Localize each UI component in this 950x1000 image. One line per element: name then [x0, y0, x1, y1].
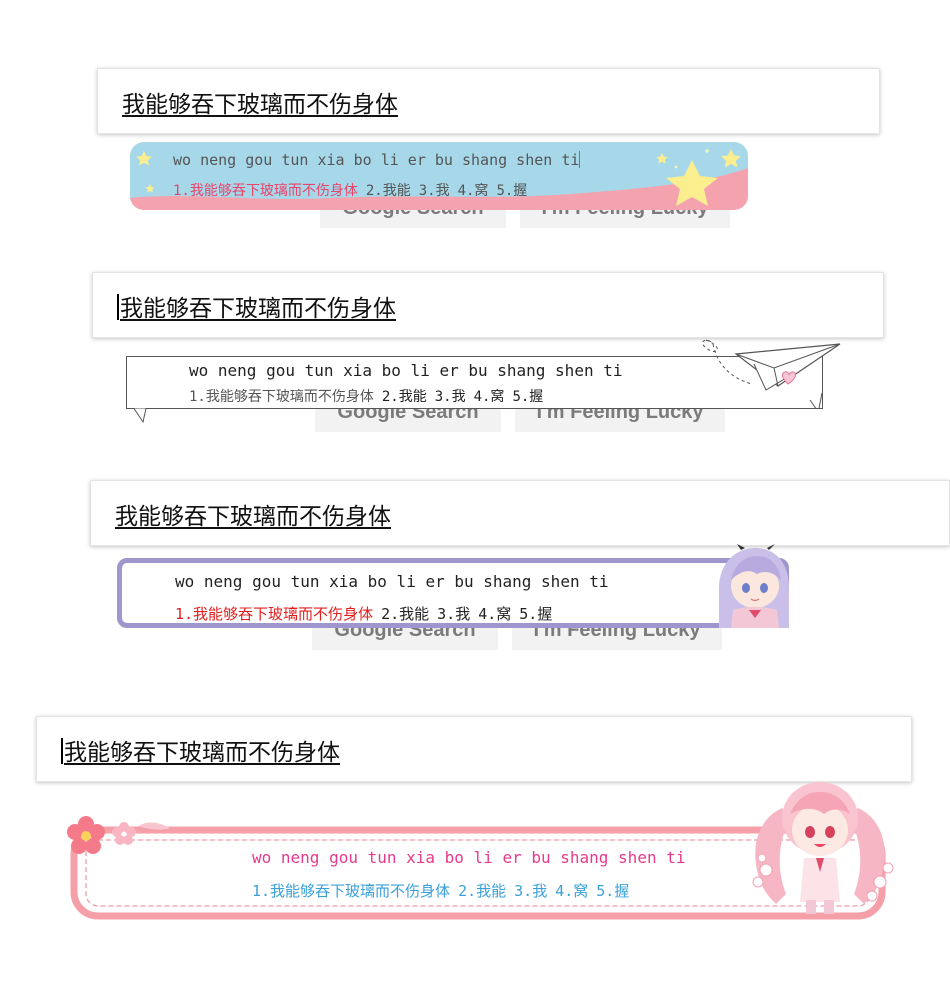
- ime-candidate-3[interactable]: 3.我: [419, 183, 450, 199]
- ime-candidate-window: wo neng gou tun xia bo li er bu shang sh…: [117, 544, 789, 628]
- search-input-text: 我能够吞下玻璃而不伤身体: [61, 733, 340, 767]
- ime-candidate-window: wo neng gou tun xia bo li er bu shang sh…: [126, 338, 846, 428]
- ime-candidate-1[interactable]: 1.我能够吞下玻璃而不伤身体: [175, 605, 373, 623]
- ime-candidate-2[interactable]: 2.我能: [382, 389, 427, 405]
- ime-candidate-list: 1.我能够吞下玻璃而不伤身体 2.我能 3.我 4.窝 5.握: [173, 180, 535, 200]
- ime-candidate-list: 1.我能够吞下玻璃而不伤身体 2.我能 3.我 4.窝 5.握: [189, 386, 551, 406]
- ime-candidate-window: wo neng gou tun xia bo li er bu shang sh…: [60, 778, 910, 923]
- ime-candidate-4[interactable]: 4.窝: [555, 882, 588, 900]
- search-input[interactable]: 我能够吞下玻璃而不伤身体: [92, 272, 884, 338]
- ime-pinyin: wo neng gou tun xia bo li er bu shang sh…: [175, 572, 609, 591]
- search-input-text: 我能够吞下玻璃而不伤身体: [115, 504, 391, 530]
- ime-candidate-2[interactable]: 2.我能: [381, 605, 429, 623]
- ime-candidate-4[interactable]: 4.窝: [474, 389, 505, 405]
- ime-candidate-list: 1.我能够吞下玻璃而不伤身体 2.我能 3.我 4.窝 5.握: [175, 603, 560, 624]
- ime-candidate-5[interactable]: 5.握: [512, 389, 543, 405]
- anime-girl-icon: [719, 544, 789, 628]
- ime-candidate-4[interactable]: 4.窝: [458, 183, 489, 199]
- ime-candidate-2[interactable]: 2.我能: [366, 183, 411, 199]
- sakura-flower-icon: [67, 816, 105, 854]
- ime-candidate-1[interactable]: 1.我能够吞下玻璃而不伤身体: [189, 389, 374, 405]
- ime-candidate-5[interactable]: 5.握: [496, 183, 527, 199]
- ime-candidate-list: 1.我能够吞下玻璃而不伤身体 2.我能 3.我 4.窝 5.握: [252, 880, 637, 901]
- ime-candidate-5[interactable]: 5.握: [519, 605, 552, 623]
- ime-candidate-3[interactable]: 3.我: [435, 389, 466, 405]
- ime-candidate-4[interactable]: 4.窝: [478, 605, 511, 623]
- search-input[interactable]: 我能够吞下玻璃而不伤身体: [36, 716, 912, 782]
- ime-pinyin: wo neng gou tun xia bo li er bu shang sh…: [173, 151, 581, 169]
- ime-candidate-3[interactable]: 3.我: [437, 605, 470, 623]
- search-input-text: 我能够吞下玻璃而不伤身体: [117, 289, 396, 323]
- ime-candidate-5[interactable]: 5.握: [596, 882, 629, 900]
- text-caret: [117, 294, 119, 320]
- ime-candidate-window: wo neng gou tun xia bo li er bu shang sh…: [130, 142, 750, 212]
- sakura-miku-icon: [752, 782, 894, 914]
- search-input[interactable]: 我能够吞下玻璃而不伤身体: [90, 480, 950, 546]
- ime-pinyin: wo neng gou tun xia bo li er bu shang sh…: [252, 848, 686, 867]
- ime-ribbon-background: [126, 339, 841, 424]
- ime-candidate-3[interactable]: 3.我: [514, 882, 547, 900]
- ime-candidate-1[interactable]: 1.我能够吞下玻璃而不伤身体: [252, 882, 450, 900]
- sakura-flower-icon: [112, 822, 136, 845]
- ime-candidate-2[interactable]: 2.我能: [458, 882, 506, 900]
- search-input-text: 我能够吞下玻璃而不伤身体: [122, 92, 398, 118]
- search-input[interactable]: 我能够吞下玻璃而不伤身体: [97, 68, 880, 134]
- text-caret: [61, 738, 63, 764]
- ime-candidate-1[interactable]: 1.我能够吞下玻璃而不伤身体: [173, 183, 358, 199]
- ime-pinyin: wo neng gou tun xia bo li er bu shang sh…: [189, 361, 623, 380]
